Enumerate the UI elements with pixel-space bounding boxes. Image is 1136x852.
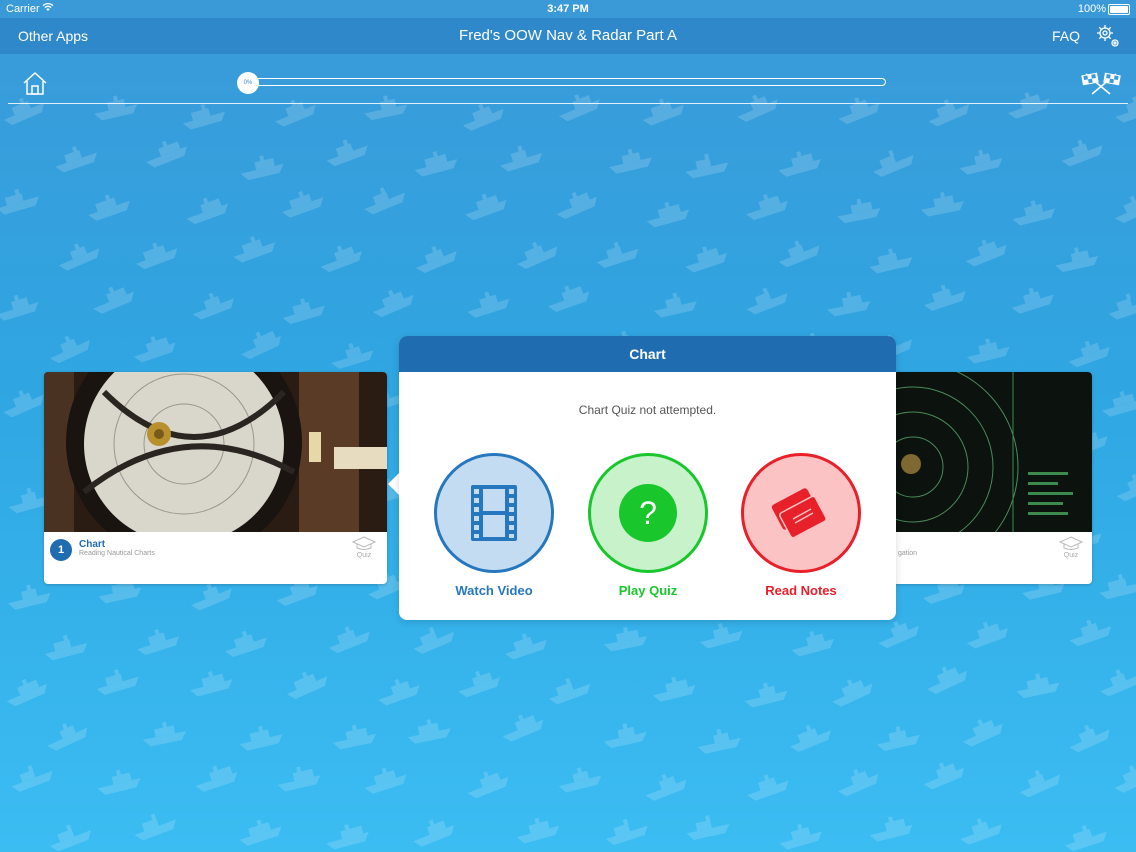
progress-knob[interactable]: 0% [237,72,259,94]
lesson-title: Chart [79,539,106,550]
home-icon[interactable] [22,70,48,101]
finish-flags-icon [1080,70,1122,101]
gear-icon[interactable] [1094,22,1122,55]
lesson-subtitle-partial: gation [898,550,918,557]
read-notes-label: Read Notes [765,583,837,598]
nav-bar: Other Apps Fred's OOW Nav & Radar Part A… [0,18,1136,54]
read-notes-button[interactable]: Read Notes [738,453,864,603]
status-bar: Carrier 3:47 PM 100% [0,0,1136,18]
popover-title: Chart [399,336,896,372]
status-time: 3:47 PM [547,3,589,15]
play-quiz-button[interactable]: ? Play Quiz [585,453,711,603]
watch-video-label: Watch Video [455,583,533,598]
watch-video-circle[interactable] [434,453,554,573]
quiz-label: Quiz [356,552,372,559]
battery-icon [1108,4,1130,15]
battery-percent: 100% [1077,3,1106,15]
quiz-indicator-right: Quiz [1056,536,1086,559]
watch-video-button[interactable]: Watch Video [431,453,557,603]
read-notes-circle[interactable] [741,453,861,573]
faq-button[interactable]: FAQ [1052,28,1080,44]
lesson-number: 1 [50,539,72,561]
progress-track [248,78,886,86]
quiz-indicator: Quiz [349,536,379,559]
app-title: Fred's OOW Nav & Radar Part A [459,27,677,44]
lesson-popover: Chart Chart Quiz not attempted. Watch Vi… [399,336,896,620]
lesson-card-chart[interactable]: 1 Chart Reading Nautical Charts Quiz [44,372,387,584]
header-divider [8,103,1128,104]
quiz-label: Quiz [1063,552,1079,559]
play-quiz-circle[interactable]: ? [588,453,708,573]
radar-image [893,372,1092,573]
compass-image [44,372,387,560]
lesson-card-radar[interactable]: gation Quiz [893,372,1092,584]
lesson-subtitle: Reading Nautical Charts [79,550,155,557]
play-quiz-label: Play Quiz [618,583,678,598]
quiz-status-text: Chart Quiz not attempted. [578,403,717,417]
graduation-cap-icon [351,536,377,552]
svg-text:?: ? [639,495,657,531]
graduation-cap-icon [1058,536,1084,552]
